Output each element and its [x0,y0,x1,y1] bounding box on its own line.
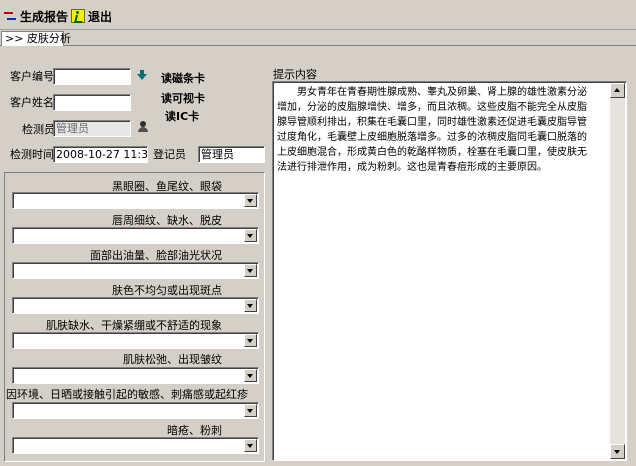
hint-content-box[interactable]: 男女青年在青春期性腺成熟、睾丸及卵巢、肾上腺的雄性激素分泌增加，分泌的皮脂腺增快… [272,81,627,461]
customer-name-input[interactable] [53,94,131,111]
question-label: 唇周细纹、缺水、脱皮 [112,214,222,227]
hint-scrollbar[interactable] [610,83,625,459]
question-select-wrinkles[interactable] [12,367,259,384]
scroll-up-icon[interactable] [610,83,625,98]
chevron-down-icon[interactable] [244,369,257,382]
question-label: 暗疮、粉刺 [167,424,222,437]
hint-title: 提示内容 [273,68,317,81]
chevron-down-icon[interactable] [244,264,257,277]
examiner-field: 管理员 [53,120,131,137]
customer-id-label: 客户编号 [10,70,54,83]
customer-name-label: 客户姓名 [10,96,54,109]
question-label: 肌肤缺水、干燥紧绷或不舒适的现象 [46,319,222,332]
chevron-down-icon[interactable] [244,229,257,242]
read-ic-card-button[interactable]: 读IC卡 [165,108,199,124]
exam-time-field[interactable]: 2008-10-27 11:38 [53,146,148,163]
tab-skin-analysis[interactable]: >> 皮肤分析 [1,31,71,46]
chevron-down-icon[interactable] [244,299,257,312]
exit-icon [71,9,85,23]
question-label: 面部出油量、脸部油光状况 [90,249,222,262]
question-select-acne[interactable] [12,437,259,454]
question-select-lip-lines[interactable] [12,227,259,244]
examiner-label: 检测员 [22,123,55,136]
tab-strip: >> 皮肤分析 [0,30,636,46]
generate-report-button[interactable]: 生成报告 [3,7,68,25]
question-select-uneven-tone[interactable] [12,297,259,314]
scroll-down-icon[interactable] [610,444,625,459]
chevron-down-icon[interactable] [244,334,257,347]
exit-button[interactable]: 退出 [71,7,112,25]
chevron-down-icon[interactable] [244,439,257,452]
chevron-down-icon[interactable] [244,404,257,417]
question-label: 因环境、日晒或接触引起的敏感、刺痛感或起红疹 [6,388,248,401]
exam-time-label: 检测时间 [10,148,54,161]
person-icon[interactable] [137,121,149,133]
arrow-down-icon[interactable] [137,70,147,80]
registrar-label: 登记员 [153,148,186,161]
exit-label: 退出 [88,9,113,24]
question-select-sensitivity[interactable] [12,402,259,419]
toolbar: 生成报告 退出 [0,0,636,30]
question-label: 肌肤松弛、出现皱纹 [123,353,222,366]
question-select-dryness[interactable] [12,332,259,349]
hint-body-text: 男女青年在青春期性腺成熟、睾丸及卵巢、肾上腺的雄性激素分泌增加，分泌的皮脂腺增快… [277,87,587,173]
read-magcard-button[interactable]: 读磁条卡 [161,70,205,86]
customer-id-input[interactable] [53,68,131,85]
generate-report-label: 生成报告 [20,9,69,24]
report-icon [3,9,17,23]
question-select-oiliness[interactable] [12,262,259,279]
read-visual-card-button[interactable]: 读可视卡 [161,90,205,106]
chevron-down-icon[interactable] [244,194,257,207]
question-label: 肤色不均匀或出现斑点 [112,284,222,297]
question-select-dark-circles[interactable] [12,192,259,209]
registrar-field[interactable]: 管理员 [198,146,265,163]
